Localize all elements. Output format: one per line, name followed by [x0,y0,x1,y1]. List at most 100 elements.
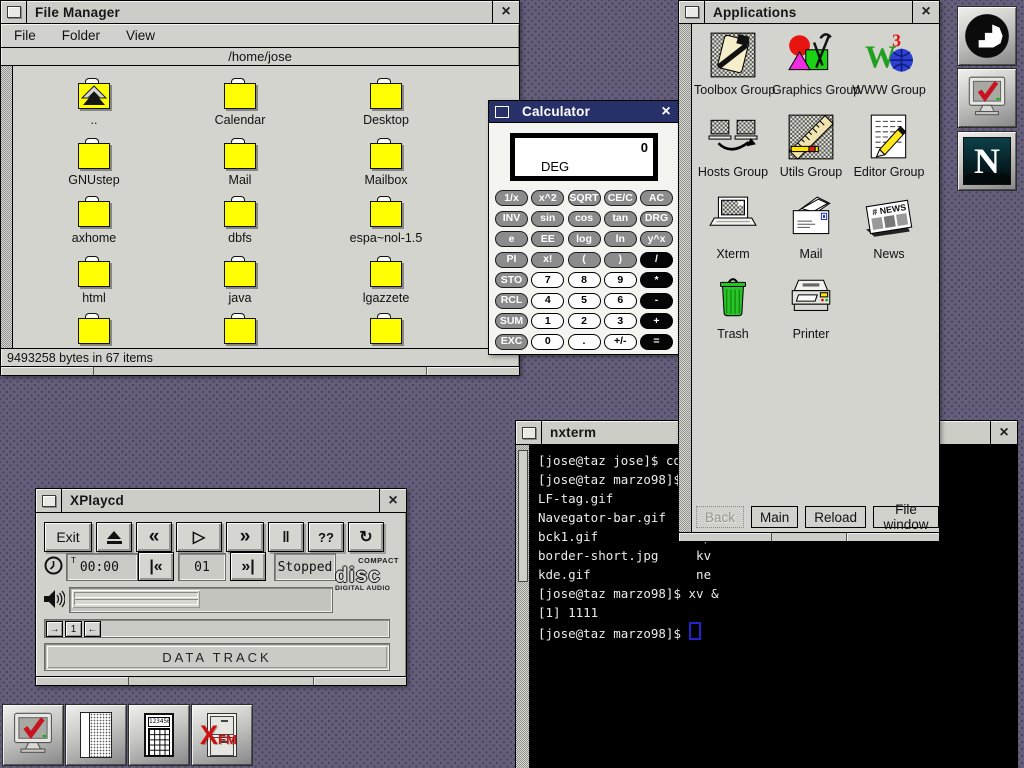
calc-button[interactable]: 6 [604,293,637,309]
play-button[interactable]: ▷ [176,522,222,552]
window-menu-button[interactable] [1,1,27,23]
calculator-app-tile[interactable]: 123456 [128,704,190,766]
menu-file[interactable]: File [14,28,36,43]
resize-bar[interactable] [1,366,519,375]
calc-button[interactable]: log [568,231,601,247]
netscape-dock-tile[interactable]: N [957,131,1017,191]
calc-button[interactable]: DRG [640,211,673,227]
close-icon[interactable]: × [990,421,1017,444]
calc-button[interactable]: y^x [640,231,673,247]
xplaycd-titlebar[interactable]: XPlaycd × [36,489,406,513]
main-button[interactable]: Main [751,506,798,528]
folder-item[interactable] [34,318,154,348]
vertical-scrollbar[interactable] [679,24,692,532]
window-menu-button[interactable] [516,421,542,444]
app-item-graphics-group[interactable]: Graphics Group [772,28,850,97]
calc-button[interactable]: - [640,293,673,309]
app-item-hosts-group[interactable]: Hosts Group [694,110,772,179]
calc-button[interactable]: x^2 [531,190,564,206]
reload-button[interactable]: Reload [805,506,866,528]
calc-button[interactable]: ) [604,252,637,268]
folder-item[interactable] [326,318,446,348]
calc-button[interactable]: CE/C [604,190,637,206]
resize-handle-left[interactable] [1,367,94,375]
window-menu-button[interactable] [679,1,705,23]
calc-button[interactable]: 9 [604,272,637,288]
file-window-button[interactable]: File window [873,506,939,528]
resize-handle-left[interactable] [36,677,129,685]
calc-button[interactable]: AC [640,190,673,206]
close-icon[interactable]: × [653,101,679,122]
calc-button[interactable]: tan [604,211,637,227]
app-item-printer[interactable]: Printer [772,272,850,341]
folder-item[interactable]: Mailbox [326,143,446,187]
calc-button[interactable]: / [640,252,673,268]
calc-button[interactable]: 2 [568,313,601,329]
volume-slider[interactable] [69,587,333,613]
app-item-trash[interactable]: Trash [694,272,772,341]
window-menu-button[interactable] [489,101,514,122]
menu-view[interactable]: View [126,28,155,43]
loop-button[interactable]: ↻ [348,522,384,552]
calc-button[interactable]: STO [495,272,528,288]
volume-slider-handle[interactable] [72,590,200,608]
shuffle-button[interactable]: ?? [308,522,344,552]
calc-button[interactable]: ( [568,252,601,268]
folder-item[interactable]: .. [34,83,154,127]
calc-button[interactable]: cos [568,211,601,227]
monitor-check-app-tile[interactable] [2,704,64,766]
wmaker-dock-tile[interactable]: ... [957,6,1017,66]
folder-item[interactable]: html [34,261,154,305]
app-item-editor-group[interactable]: Editor Group [850,110,928,179]
applications-titlebar[interactable]: Applications × [679,1,939,24]
back-button[interactable]: Back [696,506,744,528]
calculator-titlebar[interactable]: Calculator × [489,101,679,123]
xfm-app-tile[interactable]: XFM [191,704,253,766]
calc-button[interactable]: 7 [531,272,564,288]
calc-button[interactable]: RCL [495,293,528,309]
calc-button[interactable]: EXC [495,334,528,350]
resize-handle-right[interactable] [846,533,939,541]
calc-button[interactable]: PI [495,252,528,268]
app-item-toolbox-group[interactable]: Toolbox Group [694,28,772,97]
scrollbar-thumb[interactable] [518,450,528,582]
calc-button[interactable]: SUM [495,313,528,329]
menu-folder[interactable]: Folder [62,28,100,43]
eject-button[interactable] [96,522,132,552]
calc-button[interactable]: INV [495,211,528,227]
close-icon[interactable]: × [492,1,519,23]
calc-button[interactable]: ln [604,231,637,247]
forward-button[interactable]: » [226,522,264,552]
calc-button[interactable]: 4 [531,293,564,309]
exit-button[interactable]: Exit [44,522,92,552]
jump-forward-button[interactable]: → [46,621,63,637]
app-item-www-group[interactable]: W 3 WWW Group [850,28,928,97]
calc-button[interactable]: 3 [604,313,637,329]
skip-start-button[interactable]: |« [138,552,174,581]
skip-end-button[interactable]: »| [230,552,266,581]
calc-button[interactable]: x! [531,252,564,268]
app-item-xterm[interactable]: Xterm [694,192,772,261]
folder-item[interactable] [180,318,300,348]
calc-button[interactable]: 1/x [495,190,528,206]
calc-button[interactable]: SQRT [568,190,601,206]
folder-item[interactable]: Desktop [326,83,446,127]
jump-track-button[interactable]: 1 [65,621,82,637]
calc-button[interactable]: 8 [568,272,601,288]
calc-button[interactable]: 5 [568,293,601,309]
calc-button[interactable]: * [640,272,673,288]
calc-button[interactable]: . [568,334,601,350]
calc-button[interactable]: EE [531,231,564,247]
calc-button[interactable]: e [495,231,528,247]
calc-button[interactable]: +/- [604,334,637,350]
folder-item[interactable]: Calendar [180,83,300,127]
calc-button[interactable]: 1 [531,313,564,329]
resize-handle-right[interactable] [313,677,406,685]
vertical-scrollbar[interactable] [1,66,13,348]
calc-button[interactable]: = [640,334,673,350]
calc-button[interactable]: sin [531,211,564,227]
folder-item[interactable]: espa~nol-1.5 [326,201,446,245]
resize-bar[interactable] [36,676,406,685]
close-icon[interactable]: × [379,489,406,512]
folder-item[interactable]: dbfs [180,201,300,245]
